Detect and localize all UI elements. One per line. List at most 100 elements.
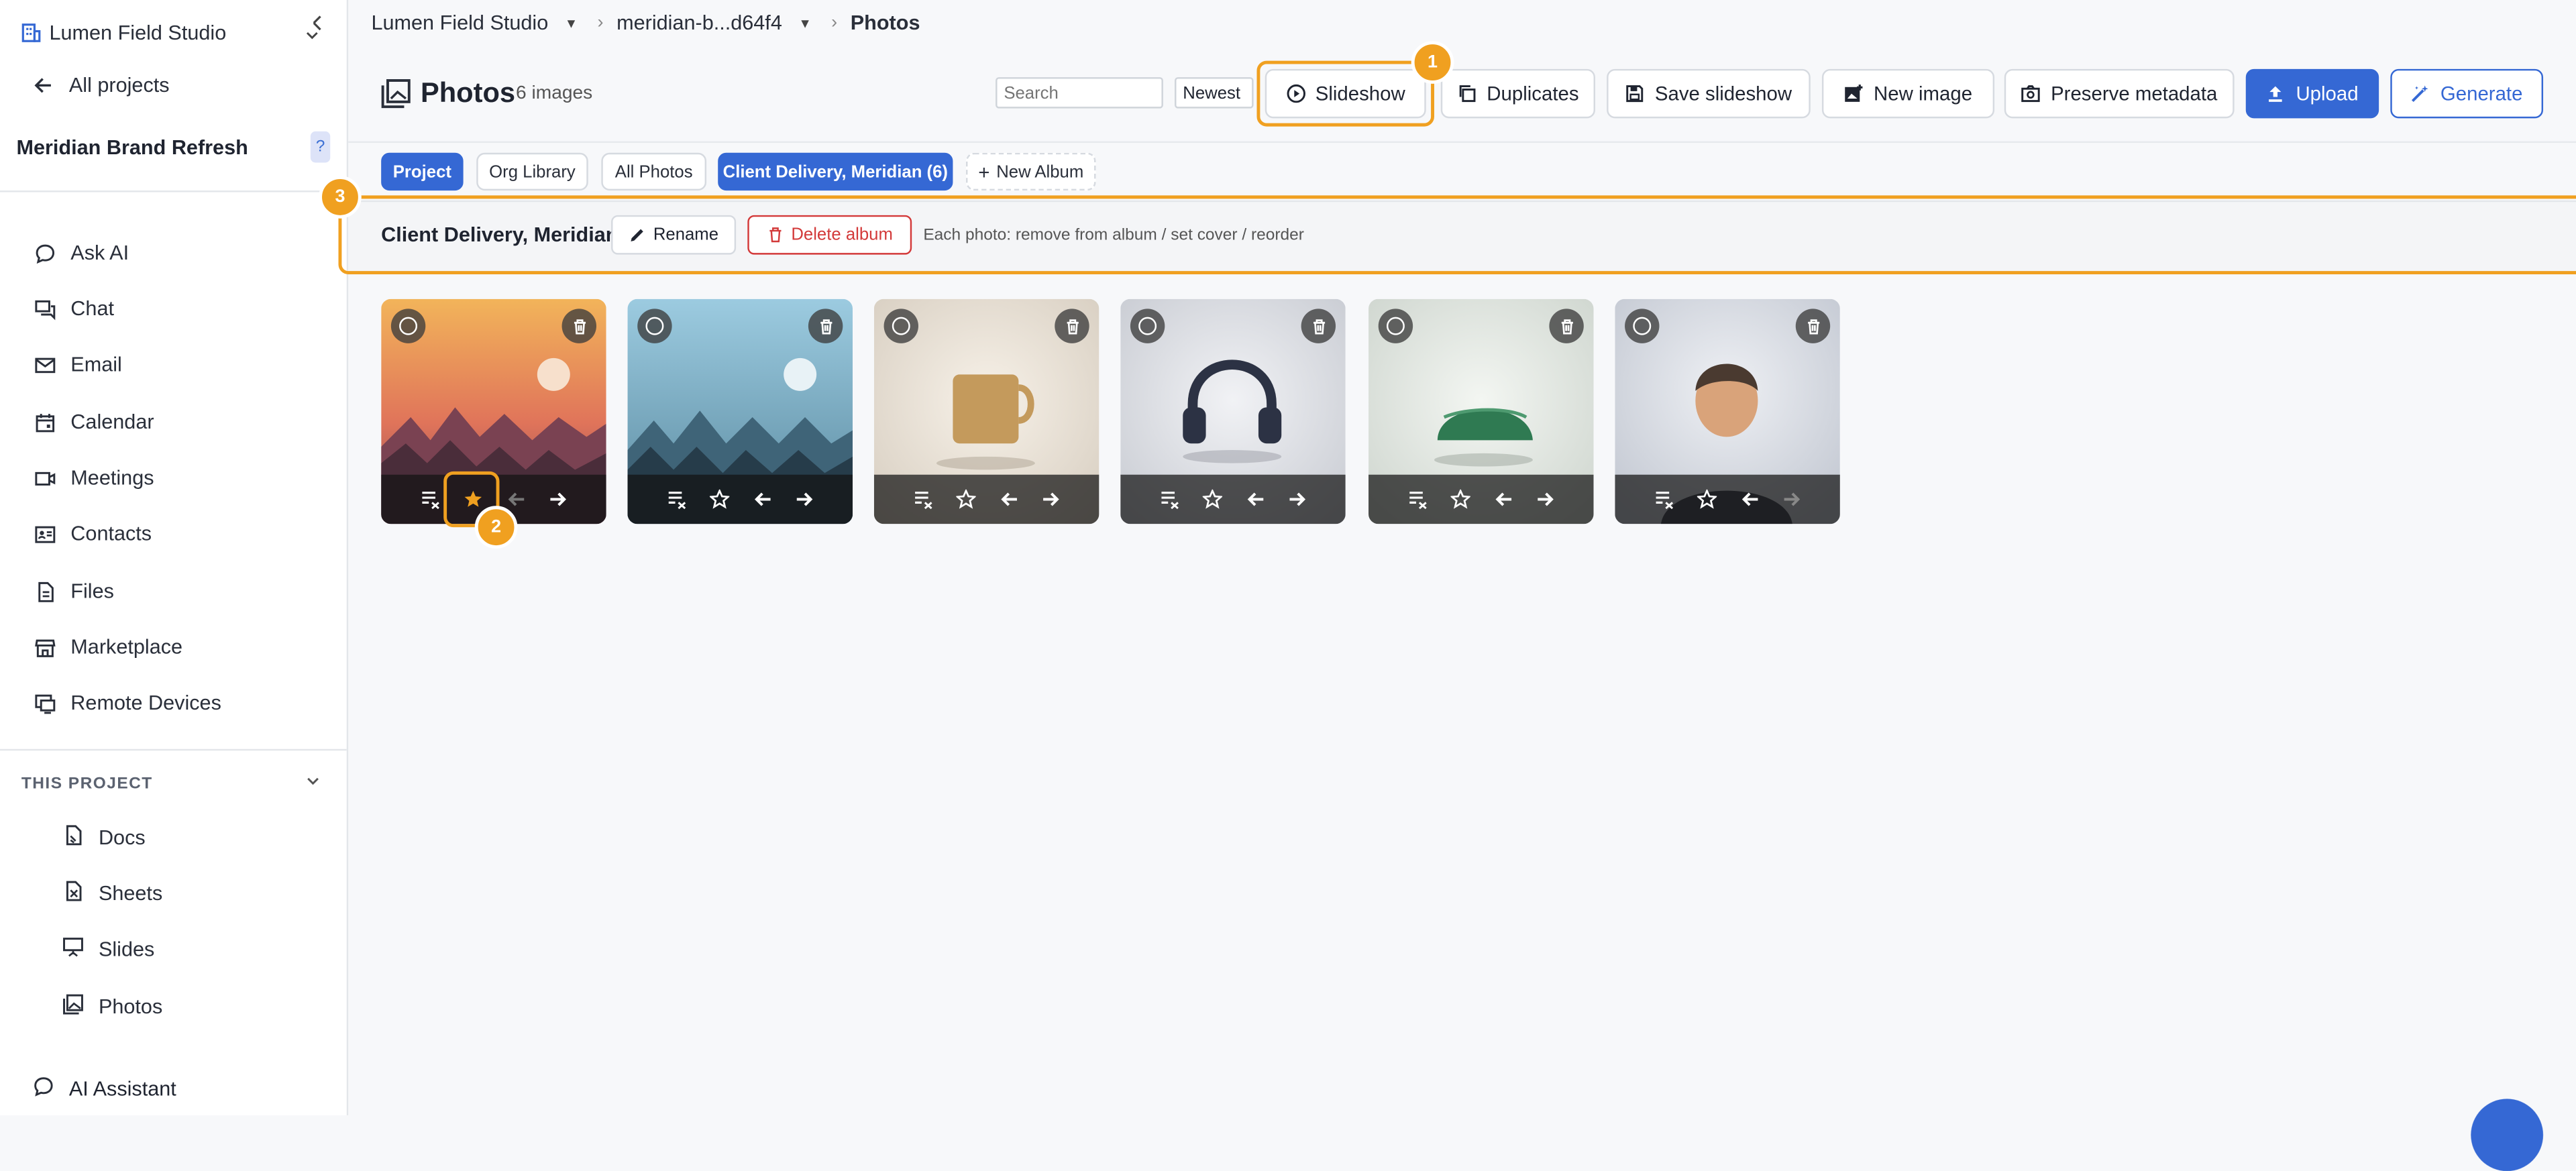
floating-action-button[interactable] bbox=[2471, 1099, 2544, 1171]
arrow-right-icon[interactable] bbox=[1285, 488, 1308, 510]
album-tab-client-delivery[interactable]: Client Delivery, Meridian (6) bbox=[718, 152, 953, 191]
sidebar-item-meetings[interactable]: Meetings bbox=[33, 467, 154, 490]
arrow-left-icon[interactable] bbox=[1737, 488, 1760, 510]
arrow-left-icon[interactable] bbox=[1491, 488, 1513, 510]
sidebar-item-sheets[interactable]: Sheets bbox=[62, 881, 162, 907]
remove-from-album-icon[interactable] bbox=[1157, 488, 1180, 510]
upload-icon bbox=[2269, 86, 2283, 102]
select-photo-button[interactable] bbox=[883, 309, 918, 343]
arrow-left-icon[interactable] bbox=[750, 488, 773, 510]
workspace-switcher[interactable]: Lumen Field Studio bbox=[21, 21, 226, 44]
remove-from-album-icon[interactable] bbox=[418, 488, 441, 510]
trash-icon bbox=[1312, 318, 1324, 334]
copy-icon bbox=[1459, 85, 1476, 103]
sidebar-item-email[interactable]: Email bbox=[33, 353, 122, 376]
album-tab-project[interactable]: Project bbox=[381, 152, 464, 191]
star-outline-icon[interactable] bbox=[707, 488, 730, 510]
upload-button[interactable]: Upload bbox=[2245, 68, 2379, 119]
select-photo-button[interactable] bbox=[1130, 309, 1165, 343]
arrow-right-icon[interactable] bbox=[1039, 488, 1062, 510]
sidebar-item-ask-ai[interactable]: Ask AI bbox=[33, 241, 129, 264]
breadcrumb-project[interactable]: meridian-b...d64f4 bbox=[616, 11, 782, 34]
trash-icon bbox=[1066, 318, 1078, 334]
photo-card[interactable] bbox=[1120, 298, 1346, 524]
arrow-left-icon[interactable] bbox=[996, 488, 1019, 510]
arrow-left-icon[interactable] bbox=[1243, 488, 1266, 510]
arrow-right-icon[interactable] bbox=[1780, 488, 1803, 510]
video-icon bbox=[33, 467, 56, 490]
save-slideshow-button[interactable]: Save slideshow bbox=[1607, 68, 1811, 119]
star-outline-icon[interactable] bbox=[1695, 488, 1717, 510]
sidebar-item-chat[interactable]: Chat bbox=[33, 297, 114, 321]
delete-photo-button[interactable] bbox=[1301, 309, 1336, 343]
new-album-button[interactable]: + New Album bbox=[966, 152, 1096, 191]
new-image-label: New image bbox=[1874, 82, 1973, 105]
sidebar-item-contacts[interactable]: Contacts bbox=[33, 522, 152, 545]
star-outline-icon[interactable] bbox=[954, 488, 977, 510]
sidebar-item-label: Sheets bbox=[98, 882, 163, 905]
calendar-icon bbox=[33, 410, 56, 433]
select-photo-button[interactable] bbox=[637, 309, 672, 343]
sidebar-item-marketplace[interactable]: Marketplace bbox=[33, 636, 182, 659]
sidebar-item-label: Ask AI bbox=[70, 241, 129, 265]
arrow-right-icon[interactable] bbox=[1534, 488, 1556, 510]
photo-card[interactable] bbox=[873, 298, 1099, 524]
divider bbox=[0, 748, 347, 751]
breadcrumb-separator-icon: › bbox=[597, 13, 604, 33]
caret-down-icon[interactable]: ▼ bbox=[565, 15, 578, 30]
save-slideshow-label: Save slideshow bbox=[1654, 82, 1792, 105]
remove-from-album-icon[interactable] bbox=[665, 488, 688, 510]
save-icon bbox=[1626, 85, 1644, 103]
photo-card[interactable] bbox=[1615, 298, 1840, 524]
sidebar: Lumen Field Studio All projects Meridian… bbox=[0, 0, 349, 1115]
photo-card[interactable] bbox=[627, 298, 853, 524]
sidebar-item-photos[interactable]: Photos bbox=[62, 994, 162, 1020]
arrow-right-icon[interactable] bbox=[546, 488, 569, 510]
star-outline-icon[interactable] bbox=[1448, 488, 1471, 510]
preserve-metadata-button[interactable]: Preserve metadata bbox=[2004, 68, 2235, 119]
remove-from-album-icon[interactable] bbox=[911, 488, 934, 510]
upload-label: Upload bbox=[2296, 82, 2359, 105]
search-input[interactable] bbox=[996, 77, 1163, 109]
delete-photo-button[interactable] bbox=[1549, 309, 1584, 343]
sidebar-item-calendar[interactable]: Calendar bbox=[33, 410, 154, 434]
help-button[interactable]: ? bbox=[310, 131, 331, 163]
duplicates-button[interactable]: Duplicates bbox=[1440, 68, 1595, 119]
arrow-right-icon[interactable] bbox=[793, 488, 816, 510]
delete-photo-button[interactable] bbox=[1055, 309, 1089, 343]
chevron-down-icon[interactable] bbox=[306, 773, 321, 793]
arrow-left-icon[interactable] bbox=[504, 488, 527, 510]
highlight-album-toolbar bbox=[338, 195, 2576, 274]
album-tab-org-library[interactable]: Org Library bbox=[476, 152, 588, 191]
trash-icon bbox=[1807, 318, 1819, 334]
delete-photo-button[interactable] bbox=[561, 309, 596, 343]
album-tab-all-photos[interactable]: All Photos bbox=[601, 152, 707, 191]
file-icon bbox=[33, 579, 56, 602]
new-image-button[interactable]: New image bbox=[1821, 68, 1995, 119]
presentation-icon bbox=[62, 936, 84, 962]
trash-icon bbox=[820, 318, 832, 334]
delete-photo-button[interactable] bbox=[808, 309, 843, 343]
remove-from-album-icon[interactable] bbox=[1652, 488, 1674, 510]
remove-from-album-icon[interactable] bbox=[1405, 488, 1428, 510]
delete-photo-button[interactable] bbox=[1795, 309, 1831, 343]
select-photo-button[interactable] bbox=[1378, 309, 1413, 343]
collapse-sidebar-button[interactable] bbox=[306, 13, 329, 48]
ai-assistant-button[interactable]: AI Assistant bbox=[33, 1076, 176, 1102]
breadcrumb-org[interactable]: Lumen Field Studio bbox=[371, 11, 548, 34]
sort-select[interactable]: Newest bbox=[1175, 77, 1254, 109]
trash-icon bbox=[573, 318, 585, 334]
sidebar-item-slides[interactable]: Slides bbox=[62, 936, 154, 962]
star-outline-icon[interactable] bbox=[1200, 488, 1223, 510]
generate-button[interactable]: Generate bbox=[2390, 68, 2544, 119]
sidebar-item-files[interactable]: Files bbox=[33, 579, 114, 603]
all-projects-link[interactable]: All projects bbox=[33, 74, 170, 97]
photo-actions bbox=[1120, 474, 1346, 524]
select-photo-button[interactable] bbox=[1625, 309, 1660, 343]
caret-down-icon[interactable]: ▼ bbox=[798, 15, 811, 30]
photo-card[interactable] bbox=[1368, 298, 1594, 524]
select-photo-button[interactable] bbox=[390, 309, 426, 343]
sidebar-item-remote-devices[interactable]: Remote Devices bbox=[33, 691, 221, 714]
sidebar-item-docs[interactable]: Docs bbox=[62, 824, 146, 850]
photo-actions bbox=[873, 474, 1099, 524]
